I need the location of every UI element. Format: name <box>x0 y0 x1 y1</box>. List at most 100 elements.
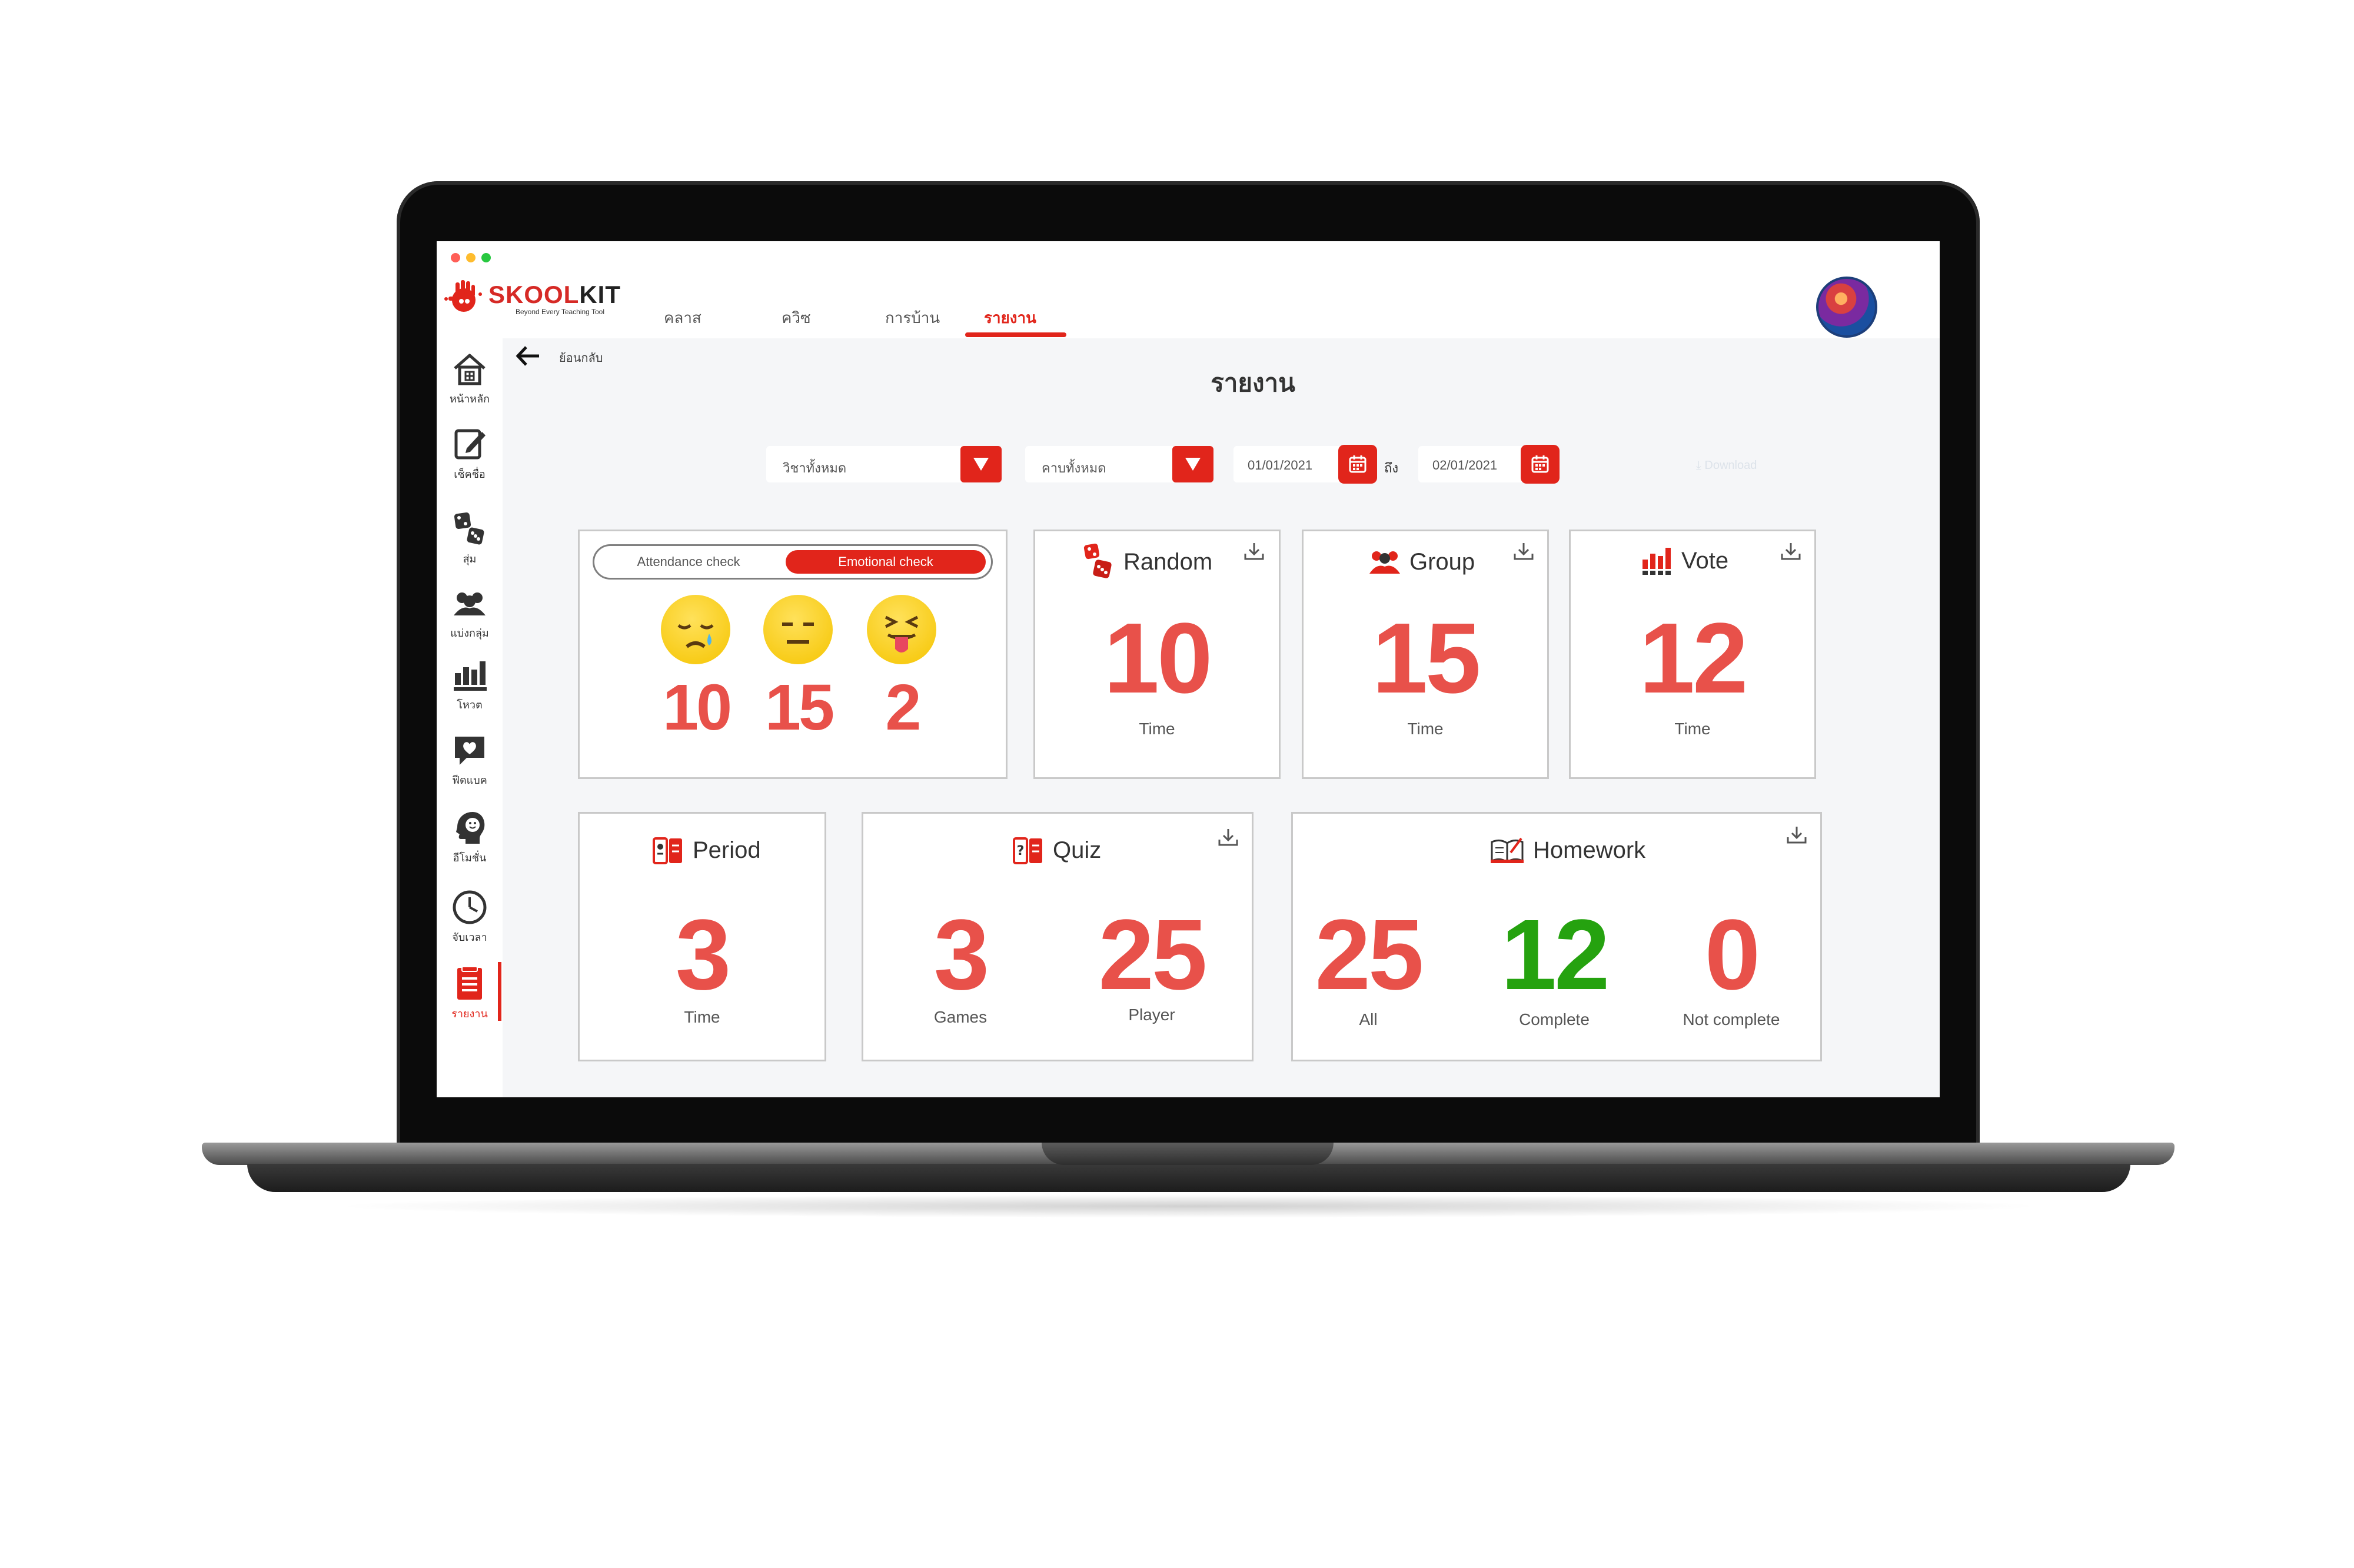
page-title: รายงาน <box>1211 369 1295 397</box>
period-book-icon <box>651 835 684 865</box>
homework-complete-label: Complete <box>1519 1010 1590 1028</box>
sad-count: 10 <box>662 671 732 744</box>
group-icon <box>451 584 488 622</box>
tab-report[interactable]: รายงาน <box>984 306 1036 330</box>
check-type-toggle[interactable]: Attendance check Emotional check <box>593 544 993 580</box>
close-window-icon[interactable] <box>451 253 460 262</box>
vote-icon <box>1640 545 1673 576</box>
neutral-emoji-icon <box>763 595 833 664</box>
sidebar-item-group[interactable]: แบ่งกลุ่ม <box>437 584 503 641</box>
quiz-games-count: 3 <box>933 899 990 1011</box>
calendar-icon[interactable] <box>1338 445 1377 484</box>
quiz-card-title: Quiz <box>1053 837 1102 863</box>
period-dropdown-value: คาบทั้งหมด <box>1042 461 1106 475</box>
homework-not-complete-label: Not complete <box>1683 1010 1780 1028</box>
report-icon <box>451 965 488 1003</box>
period-dropdown[interactable]: คาบทั้งหมด <box>1025 446 1213 482</box>
playful-emoji-icon <box>867 595 936 664</box>
hand-logo-icon <box>443 278 485 320</box>
sidebar-item-label: สุ่ม <box>463 553 477 565</box>
period-card: Period 3 Time <box>578 812 826 1061</box>
vote-card-title: Vote <box>1681 547 1729 574</box>
active-tab-indicator <box>965 332 1066 337</box>
period-count: 3 <box>675 899 732 1011</box>
download-all-label: Download <box>1704 459 1757 472</box>
feedback-icon <box>451 731 488 769</box>
date-to-field[interactable]: 02/01/2021 <box>1418 445 1560 484</box>
sidebar-item-checkin[interactable]: เช็คชื่อ <box>437 425 503 482</box>
laptop-base-bottom <box>247 1164 2130 1192</box>
group-count: 15 <box>1372 602 1481 714</box>
sidebar-item-vote[interactable]: โหวต <box>437 656 503 713</box>
sidebar-active-indicator <box>498 962 501 1021</box>
homework-all-label: All <box>1359 1010 1378 1028</box>
sidebar-item-report[interactable]: รายงาน <box>437 965 503 1022</box>
download-all-button[interactable]: ⤓ Download <box>1696 459 1757 472</box>
homework-card-title: Homework <box>1533 837 1646 863</box>
random-card: Random 10 Time <box>1033 530 1281 779</box>
download-icon[interactable] <box>1779 541 1803 565</box>
top-navigation-bar <box>437 274 1940 338</box>
period-card-title: Period <box>693 837 761 863</box>
laptop-notch <box>1042 1143 1334 1165</box>
window-chrome <box>437 241 1940 274</box>
random-count: 10 <box>1103 602 1212 714</box>
sidebar-item-label: ฟีดแบค <box>452 774 487 786</box>
quiz-games-label: Games <box>933 1008 988 1026</box>
download-icon[interactable] <box>1785 824 1808 848</box>
chevron-down-icon[interactable] <box>1172 446 1213 482</box>
sidebar-item-random[interactable]: สุ่ม <box>437 510 503 567</box>
sidebar-item-label: แบ่งกลุ่ม <box>450 627 489 639</box>
emotion-icon <box>451 809 488 847</box>
random-unit: Time <box>1139 720 1175 738</box>
subject-dropdown-value: วิชาทั้งหมด <box>783 461 847 475</box>
tab-class[interactable]: คลาส <box>664 306 701 330</box>
sidebar-item-label: เช็คชื่อ <box>454 468 486 480</box>
clock-icon <box>451 888 488 926</box>
download-icon[interactable] <box>1512 541 1535 565</box>
homework-card: Homework 25 All 12 Complete 0 Not comple… <box>1291 812 1822 1061</box>
subject-dropdown[interactable]: วิชาทั้งหมด <box>766 446 1002 482</box>
quiz-card: ? Quiz 3 Games 25 Player <box>862 812 1254 1061</box>
tab-quiz[interactable]: ควิซ <box>782 306 811 330</box>
date-from-field[interactable]: 01/01/2021 <box>1233 445 1377 484</box>
emotional-check-option[interactable]: Emotional check <box>786 550 986 574</box>
sidebar-item-timer[interactable]: จับเวลา <box>437 888 503 946</box>
group-card: Group 15 Time <box>1302 530 1549 779</box>
download-icon[interactable] <box>1242 541 1266 565</box>
quiz-player-count: 25 <box>1098 899 1207 1011</box>
sidebar-item-feedback[interactable]: ฟีดแบค <box>437 731 503 788</box>
dice-icon <box>1082 543 1115 581</box>
attendance-check-option[interactable]: Attendance check <box>600 550 777 574</box>
quiz-player-label: Player <box>1128 1006 1175 1024</box>
group-card-title: Group <box>1409 548 1475 575</box>
chevron-down-icon[interactable] <box>960 446 1002 482</box>
maximize-window-icon[interactable] <box>481 253 491 262</box>
calendar-icon[interactable] <box>1521 445 1560 484</box>
sidebar-item-emotion[interactable]: อีโมชั่น <box>437 809 503 866</box>
sidebar-item-label: อีโมชั่น <box>453 852 487 864</box>
emotion-card: Attendance check Emotional check 10 15 2 <box>578 530 1008 779</box>
vote-card: Vote 12 Time <box>1569 530 1816 779</box>
dice-icon <box>451 510 488 548</box>
minimize-window-icon[interactable] <box>466 253 476 262</box>
vote-icon <box>451 656 488 694</box>
brand-logo[interactable]: SKOOLKIT Beyond Every Teaching Tool <box>443 278 621 320</box>
svg-text:?: ? <box>1017 844 1025 858</box>
quiz-book-icon: ? <box>1012 835 1045 865</box>
date-range-separator: ถึง <box>1384 461 1399 475</box>
group-icon <box>1368 548 1401 576</box>
vote-unit: Time <box>1674 720 1711 738</box>
homework-book-icon <box>1489 835 1525 865</box>
tab-homework[interactable]: การบ้าน <box>885 306 940 330</box>
laptop-shadow <box>330 1194 2048 1218</box>
user-avatar[interactable] <box>1816 277 1877 338</box>
brand-name-primary: SKOOL <box>488 281 580 308</box>
download-icon[interactable] <box>1216 827 1240 851</box>
playful-count: 2 <box>885 671 921 744</box>
homework-complete-count: 12 <box>1501 899 1610 1011</box>
homework-all-count: 25 <box>1315 899 1424 1011</box>
sidebar: หน้าหลัก เช็คชื่อ สุ่ม แบ่งกลุ่ม โหวต ฟี… <box>437 338 503 1097</box>
brand-name-secondary: KIT <box>579 281 621 308</box>
period-unit: Time <box>684 1008 720 1026</box>
